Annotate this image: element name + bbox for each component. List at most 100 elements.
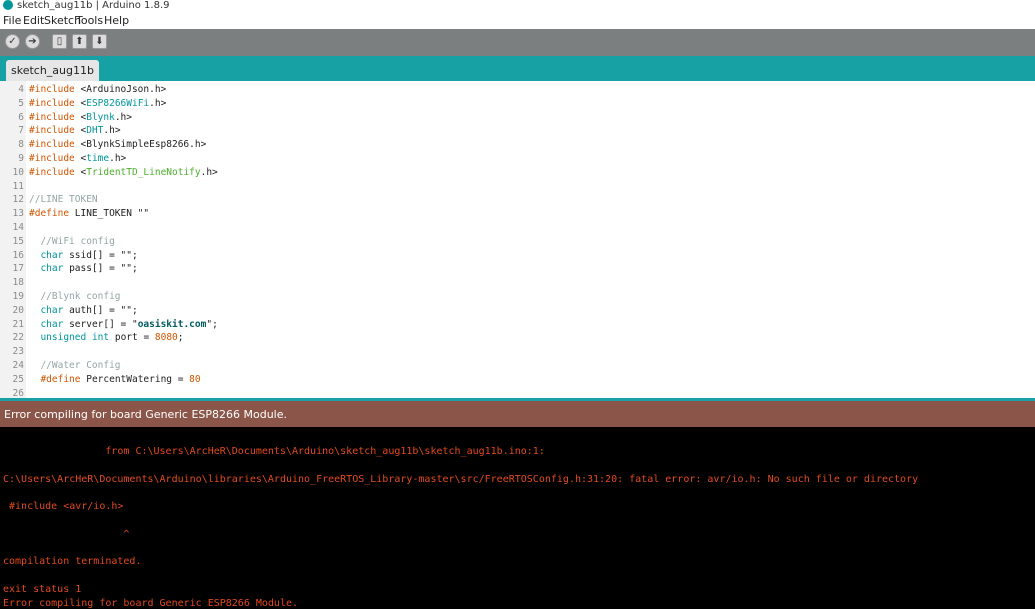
- code-text: unsigned int port = 8080;: [29, 331, 184, 345]
- menu-file[interactable]: File: [3, 12, 21, 29]
- menu-tools[interactable]: Tools: [76, 12, 103, 29]
- code-line[interactable]: 24 //Water Config: [0, 359, 1035, 373]
- code-token: <: [74, 166, 87, 178]
- code-text: #include <Blynk.h>: [29, 111, 132, 125]
- line-number: 19: [12, 291, 24, 302]
- code-text: #define LINE_TOKEN "": [29, 207, 149, 221]
- window-title: sketch_aug11b | Arduino 1.8.9: [17, 0, 170, 11]
- code-token: auth[] = "";: [63, 304, 138, 316]
- line-number: 13: [12, 208, 24, 220]
- code-line[interactable]: 12 //LINE TOKEN: [0, 193, 1035, 207]
- code-token: <: [74, 125, 87, 137]
- code-text: //Blynk config: [29, 290, 121, 304]
- code-line[interactable]: 15 //WiFi config: [0, 235, 1035, 249]
- code-token: ssid[] = "";: [63, 249, 138, 261]
- check-icon: ✓: [8, 36, 17, 47]
- tab-sketch[interactable]: sketch_aug11b: [6, 60, 99, 81]
- code-line[interactable]: 20 char auth[] = "";: [0, 304, 1035, 318]
- toolbar: ✓ ➔ ▯ ⬆ ⬇: [0, 29, 1035, 56]
- line-number: 11: [12, 180, 24, 192]
- code-token: <: [74, 111, 87, 123]
- arrow-down-icon: ⬇: [95, 36, 104, 47]
- code-token: #define: [40, 373, 81, 385]
- code-token: oasiskit.com: [137, 318, 207, 330]
- line-number: 18: [12, 277, 24, 289]
- code-line[interactable]: 23: [0, 345, 1035, 359]
- upload-button[interactable]: ➔: [25, 34, 40, 49]
- code-token: pass[] = "";: [63, 263, 138, 275]
- code-token: ESP8266WiFi: [86, 97, 150, 109]
- code-token: char: [40, 318, 64, 330]
- code-line[interactable]: 11: [0, 180, 1035, 194]
- line-number: 24: [12, 360, 24, 371]
- line-number: 25: [12, 373, 24, 385]
- code-line[interactable]: 14: [0, 221, 1035, 235]
- code-text: char pass[] = "";: [29, 262, 138, 276]
- menu-edit[interactable]: Edit: [23, 12, 44, 29]
- code-text: #include <ESP8266WiFi.h>: [29, 97, 166, 111]
- code-token: <: [74, 153, 87, 164]
- code-token: .h>: [149, 97, 167, 109]
- console-line: compilation terminated.: [3, 556, 142, 568]
- line-number: 14: [12, 222, 24, 233]
- save-button[interactable]: ⬇: [92, 34, 107, 49]
- code-line[interactable]: 4 #include <ArduinoJson.h>: [0, 83, 1035, 97]
- code-line[interactable]: 5 #include <ESP8266WiFi.h>: [0, 97, 1035, 111]
- code-line[interactable]: 6 #include <Blynk.h>: [0, 111, 1035, 125]
- line-number: 15: [12, 235, 24, 247]
- line-number: 8: [18, 139, 24, 151]
- code-line[interactable]: 18: [0, 276, 1035, 290]
- line-number: 17: [12, 263, 24, 275]
- code-token: <BlynkSimpleEsp8266.h>: [74, 139, 207, 151]
- status-message: Error compiling for board Generic ESP826…: [4, 408, 287, 421]
- code-editor[interactable]: 4 #include <ArduinoJson.h> 5 #include <ESP8…: [0, 81, 1035, 398]
- code-line[interactable]: 13 #define LINE_TOKEN "": [0, 207, 1035, 221]
- console-line: ^: [3, 528, 130, 540]
- code-text: //WiFi config: [29, 235, 115, 249]
- code-token: int: [91, 332, 110, 344]
- code-text: char ssid[] = "";: [29, 249, 138, 263]
- line-number: 6: [18, 111, 24, 123]
- code-token: ;: [177, 332, 184, 344]
- status-bar: Error compiling for board Generic ESP826…: [0, 401, 1035, 427]
- code-token: 8080: [154, 332, 178, 344]
- code-line[interactable]: 16 char ssid[] = "";: [0, 249, 1035, 263]
- code-line[interactable]: 9 #include <time.h>: [0, 152, 1035, 166]
- console-output[interactable]: from C:\Users\ArcHeR\Documents\Arduino\s…: [0, 427, 1035, 609]
- code-token: //WiFi config: [29, 235, 115, 247]
- console-line: C:\Users\ArcHeR\Documents\Arduino\librar…: [3, 473, 919, 485]
- code-line[interactable]: 17 char pass[] = "";: [0, 262, 1035, 276]
- code-text: #include <time.h>: [29, 152, 126, 166]
- line-number: 5: [18, 97, 24, 109]
- code-line[interactable]: 21 char server[] = "oasiskit.com";: [0, 318, 1035, 332]
- line-number: 16: [12, 249, 24, 261]
- line-number: 26: [12, 387, 24, 398]
- code-token: 80: [189, 373, 201, 385]
- verify-button[interactable]: ✓: [5, 34, 20, 49]
- code-line[interactable]: 19 //Blynk config: [0, 290, 1035, 304]
- code-token: Blynk: [86, 111, 115, 123]
- code-token: //Blynk config: [29, 291, 121, 302]
- code-line[interactable]: 22 unsigned int port = 8080;: [0, 331, 1035, 345]
- code-token: .h>: [109, 153, 127, 164]
- arrow-right-icon: ➔: [28, 36, 37, 47]
- code-token: port =: [109, 332, 155, 344]
- code-token: #include: [29, 97, 75, 109]
- code-line[interactable]: 26: [0, 387, 1035, 398]
- menu-help[interactable]: Help: [104, 12, 129, 29]
- code-token: DHT: [86, 125, 104, 137]
- new-button[interactable]: ▯: [52, 34, 67, 49]
- code-token: char: [40, 263, 64, 275]
- line-number: 22: [12, 332, 24, 344]
- code-line[interactable]: 8 #include <BlynkSimpleEsp8266.h>: [0, 138, 1035, 152]
- code-line[interactable]: 10 #include <TridentTD_LineNotify.h>: [0, 166, 1035, 180]
- code-line[interactable]: 7 #include <DHT.h>: [0, 124, 1035, 138]
- open-button[interactable]: ⬆: [72, 34, 87, 49]
- code-line[interactable]: 25 #define PercentWatering = 80: [0, 373, 1035, 387]
- code-token: TridentTD_LineNotify: [86, 166, 201, 178]
